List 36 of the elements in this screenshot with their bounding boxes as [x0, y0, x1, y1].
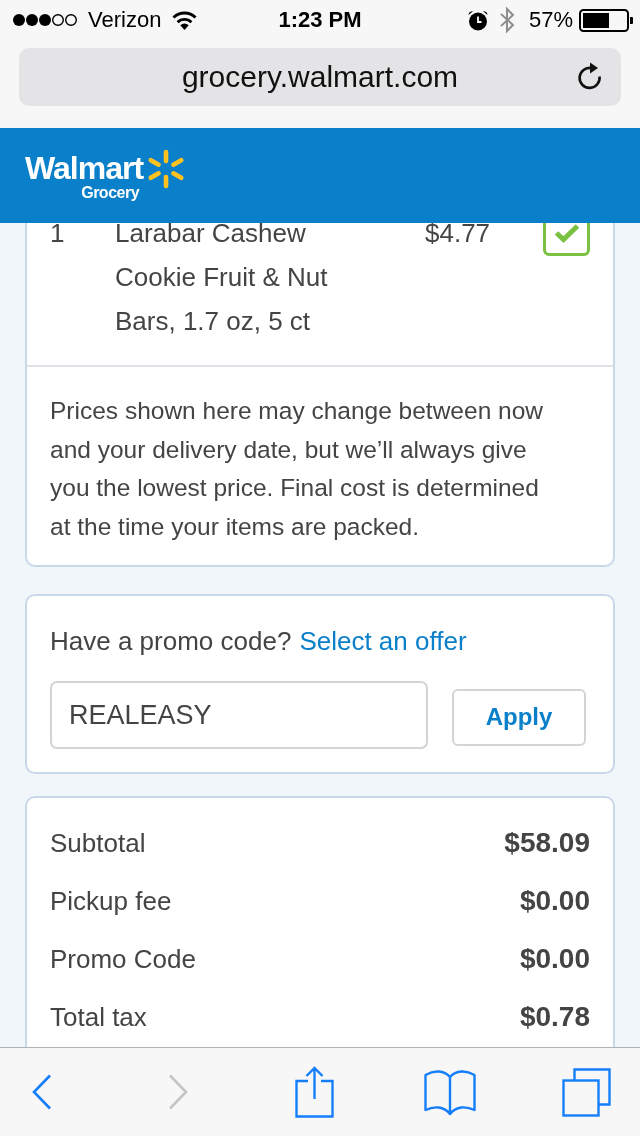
logo-subtext: Grocery	[81, 184, 140, 201]
clock-time: 1:23 PM	[278, 9, 362, 31]
summary-label: Total tax	[50, 1000, 147, 1034]
checkbox[interactable]	[543, 223, 590, 256]
wifi-icon	[172, 10, 198, 30]
open-book-icon	[424, 1068, 476, 1116]
chevron-right-icon	[168, 1074, 188, 1110]
summary-amount: $0.00	[519, 884, 590, 918]
reload-icon[interactable]	[577, 62, 604, 92]
summary-label: Subtotal	[50, 826, 146, 860]
summary-label: Pickup fee	[50, 884, 172, 918]
square-arrow-up-icon	[294, 1066, 334, 1118]
overlapping-squares-icon	[561, 1067, 611, 1117]
carrier-name: Verizon	[88, 9, 162, 31]
summary-label: Promo Code	[50, 942, 196, 976]
battery-percent: 57%	[528, 9, 573, 31]
promo-code-field[interactable]: REALEASY	[50, 681, 428, 749]
logo-text: Walmart	[25, 150, 144, 185]
item-quantity: 1	[50, 223, 66, 250]
battery-icon	[579, 8, 634, 32]
item-price: $4.77	[425, 223, 492, 250]
price-notice: Prices shown here may change between now and your delivery date, but we’ll always give you the lowest price. Final cost is determined at the time your items are packed.	[50, 396, 544, 542]
chevron-left-icon	[32, 1074, 52, 1110]
summary-amount: $0.00	[519, 942, 590, 976]
bluetooth-icon	[498, 6, 515, 34]
signal-icon	[12, 13, 78, 27]
summary-amount: $0.78	[519, 1000, 590, 1034]
alarm-clock-icon	[466, 9, 489, 31]
url-text: grocery.walmart.com	[181, 62, 459, 92]
promo-prompt: Have a promo code?	[50, 625, 292, 658]
address-bar[interactable]: grocery.walmart.com	[19, 48, 621, 106]
summary-amount: $58.09	[504, 826, 590, 860]
apply-button[interactable]: Apply	[452, 688, 586, 746]
select-offer-link[interactable]: Select an offer	[299, 623, 467, 659]
item-name: Larabar Cashew Cookie Fruit & Nut Bars, 1.7 oz, 5 ct	[115, 223, 329, 338]
checkmark-icon	[553, 223, 580, 243]
